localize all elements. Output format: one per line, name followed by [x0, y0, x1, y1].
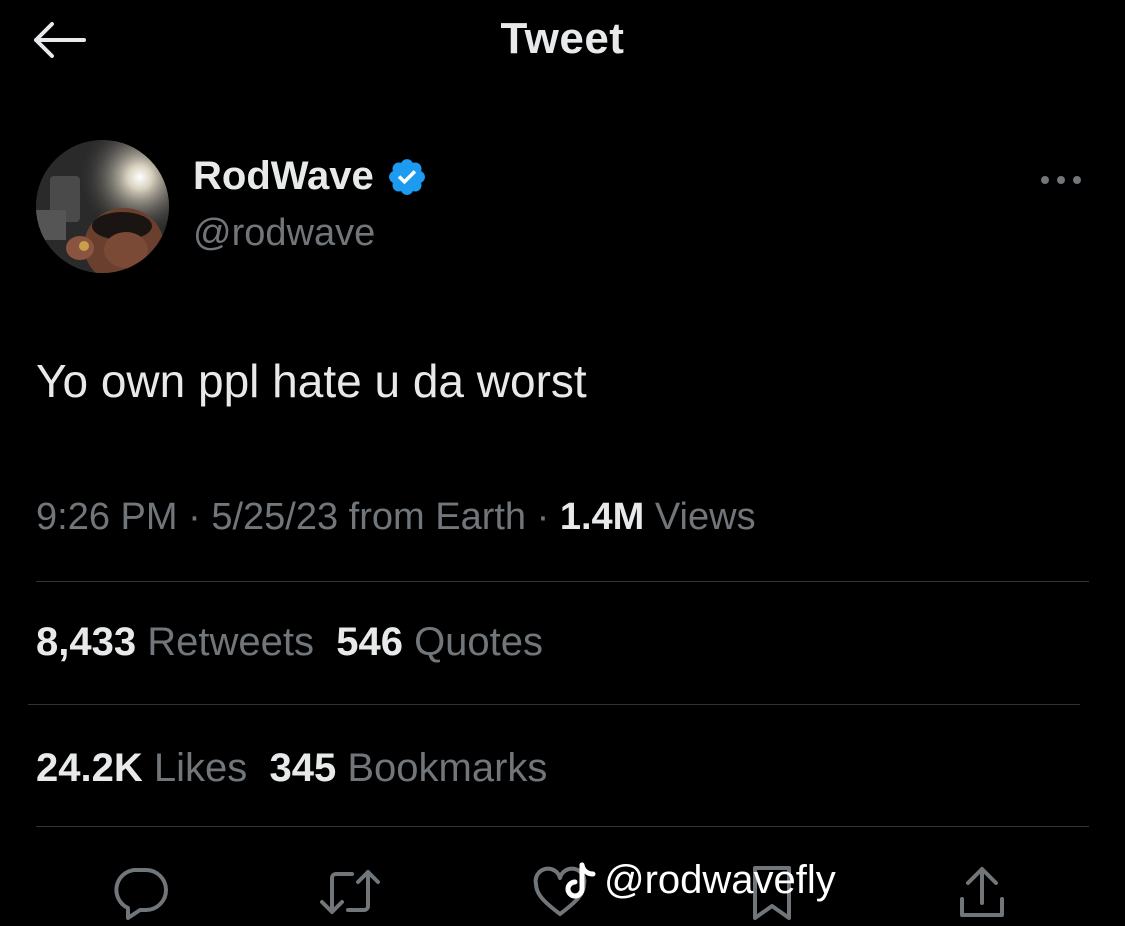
verified-badge-icon: [388, 158, 425, 195]
quotes-stat[interactable]: 546 Quotes: [336, 620, 543, 665]
reply-button[interactable]: [108, 862, 172, 922]
tweet-meta: 9:26 PM · 5/25/23 from Earth · 1.4M View…: [36, 496, 756, 539]
more-icon: [1041, 176, 1081, 184]
divider: [36, 581, 1089, 582]
tweet-text: Yo own ppl hate u da worst: [36, 355, 587, 407]
top-bar: Tweet: [0, 0, 1125, 80]
likes-stat[interactable]: 24.2K Likes: [36, 746, 247, 791]
more-options-button[interactable]: [1036, 168, 1086, 192]
tiktok-watermark: @rodwavefly: [562, 858, 836, 903]
stats-row-1: 8,433 Retweets 546 Quotes: [36, 620, 543, 665]
tweet-date: 5/25/23: [211, 496, 339, 538]
tiktok-icon: [565, 862, 596, 898]
quotes-label: Quotes: [402, 620, 544, 664]
tweet-time: 9:26 PM: [36, 496, 178, 538]
display-name[interactable]: RodWave: [193, 154, 374, 199]
retweets-count: 8,433: [36, 620, 137, 664]
bookmarks-label: Bookmarks: [336, 746, 548, 790]
page-title: Tweet: [500, 14, 625, 63]
meta-separator: ·: [526, 496, 560, 538]
retweets-label: Retweets: [136, 620, 314, 664]
divider: [28, 704, 1080, 705]
share-icon: [960, 867, 1004, 917]
author-handle[interactable]: @rodwave: [193, 212, 375, 255]
likes-label: Likes: [142, 746, 248, 790]
bookmarks-stat[interactable]: 345 Bookmarks: [269, 746, 547, 791]
reply-icon: [114, 868, 168, 920]
likes-count: 24.2K: [36, 746, 143, 790]
retweet-button[interactable]: [318, 862, 382, 922]
quotes-count: 546: [336, 620, 403, 664]
retweets-stat[interactable]: 8,433 Retweets: [36, 620, 314, 665]
share-button[interactable]: [950, 862, 1014, 922]
retweet-icon: [320, 870, 380, 914]
author-name-row[interactable]: RodWave: [193, 154, 428, 199]
views-count: 1.4M: [559, 496, 645, 538]
divider: [36, 826, 1089, 827]
views-label: Views: [644, 496, 756, 538]
bookmarks-count: 345: [269, 746, 337, 790]
watermark-text: @rodwavefly: [604, 858, 836, 902]
avatar[interactable]: [36, 140, 169, 273]
tweet-source: from Earth: [338, 496, 527, 538]
meta-separator: ·: [177, 496, 212, 538]
stats-row-2: 24.2K Likes 345 Bookmarks: [36, 746, 547, 791]
avatar-image: [36, 140, 169, 273]
